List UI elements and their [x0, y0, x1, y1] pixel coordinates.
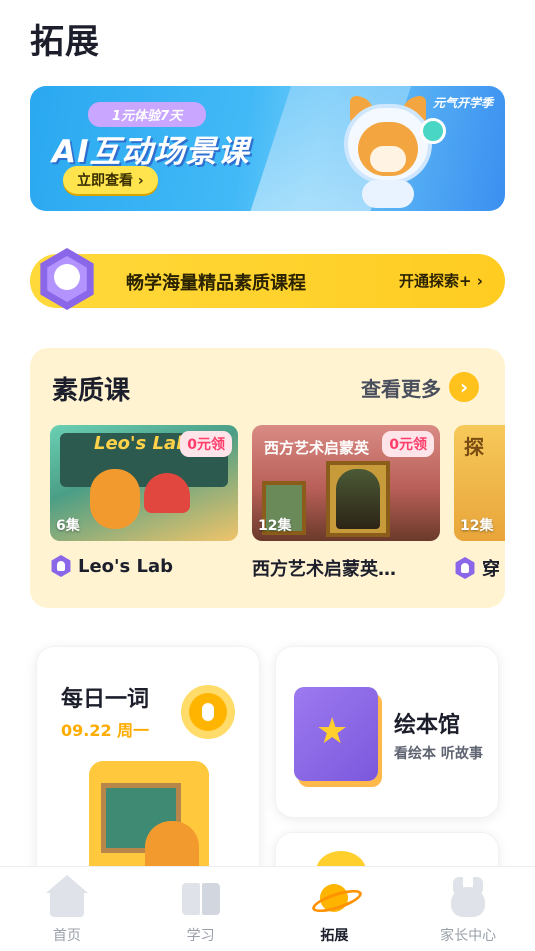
- tab-study[interactable]: 学习: [134, 867, 268, 951]
- rocket-badge-icon: [455, 557, 475, 579]
- membership-bar[interactable]: 畅学海量精品素质课程 开通探索+ ›: [30, 248, 505, 310]
- picture-book-card[interactable]: ★ 绘本馆 看绘本 听故事: [275, 646, 499, 818]
- book-icon: [178, 875, 224, 921]
- course-thumbnail: 西方艺术启蒙英 0元领 12集: [252, 425, 440, 541]
- home-icon: [44, 875, 90, 921]
- rocket-badge-icon: [51, 555, 71, 577]
- free-tag: 0元领: [382, 431, 434, 457]
- microphone-icon[interactable]: [181, 685, 235, 739]
- arrow-right-icon: ›: [449, 372, 479, 402]
- see-more-link[interactable]: 查看更多 ›: [361, 372, 479, 402]
- season-badge: 元气开学季: [432, 96, 493, 110]
- parent-icon: [445, 875, 491, 921]
- trial-pill: 1元体验7天: [88, 102, 207, 127]
- course-thumbnail: Leo's Lab 0元领 6集: [50, 425, 238, 541]
- picture-book-title: 绘本馆: [394, 713, 461, 738]
- tab-label: 首页: [52, 928, 81, 944]
- thumbnail-title-text: 探: [464, 435, 484, 459]
- tab-label: 家长中心: [440, 928, 497, 944]
- free-tag: 0元领: [180, 431, 232, 457]
- banner-cta-button[interactable]: 立即查看 ›: [63, 166, 158, 194]
- course-card-western-art[interactable]: 西方艺术启蒙英 0元领 12集 西方艺术启蒙英…: [252, 425, 440, 581]
- course-card-leos-lab[interactable]: Leo's Lab 0元领 6集 Leo's Lab: [50, 425, 238, 577]
- membership-text: 畅学海量精品素质课程: [126, 273, 306, 294]
- picture-book-subtitle: 看绘本 听故事: [394, 746, 483, 762]
- tab-label: 学习: [186, 928, 215, 944]
- thumbnail-logo-text: Leo's Lab: [94, 433, 190, 454]
- see-more-label: 查看更多: [361, 376, 441, 401]
- section-title: 素质课: [52, 376, 131, 406]
- course-card-dinosaur[interactable]: 探 12集 穿: [454, 425, 505, 581]
- star-icon: ★: [316, 711, 349, 752]
- promo-banner[interactable]: 1元体验7天 AI互动场景课 立即查看 › 元气开学季: [30, 86, 505, 211]
- rocket-badge-icon: [32, 244, 102, 316]
- tab-parent-center[interactable]: 家长中心: [401, 867, 535, 951]
- course-title: 穿: [482, 559, 500, 580]
- bottom-tab-bar: 首页 学习 拓展 家长中心: [0, 866, 535, 951]
- tab-explore[interactable]: 拓展: [268, 867, 402, 951]
- planet-icon: [311, 875, 357, 921]
- tab-label: 拓展: [320, 928, 349, 944]
- course-title: Leo's Lab: [78, 555, 174, 577]
- episode-count: 12集: [258, 518, 292, 534]
- open-explore-plus-button[interactable]: 开通探索+ ›: [399, 270, 483, 291]
- episode-count: 12集: [460, 518, 494, 534]
- quality-courses-section: 素质课 查看更多 › Leo's Lab 0元领 6集 Leo's Lab 西方…: [30, 348, 505, 608]
- tab-home[interactable]: 首页: [0, 867, 134, 951]
- course-thumbnail: 探 12集: [454, 425, 505, 541]
- star-book-icon: ★: [294, 687, 378, 781]
- page-title: 拓展: [30, 22, 100, 62]
- banner-title: AI互动场景课: [52, 134, 250, 170]
- course-title: 西方艺术启蒙英…: [252, 559, 396, 580]
- daily-word-title: 每日一词: [61, 687, 150, 712]
- episode-count: 6集: [56, 518, 80, 534]
- thumbnail-title-text: 西方艺术启蒙英: [264, 439, 370, 457]
- daily-word-date: 09.22 周一: [61, 721, 150, 740]
- squirrel-mascot-illustration: [340, 96, 446, 208]
